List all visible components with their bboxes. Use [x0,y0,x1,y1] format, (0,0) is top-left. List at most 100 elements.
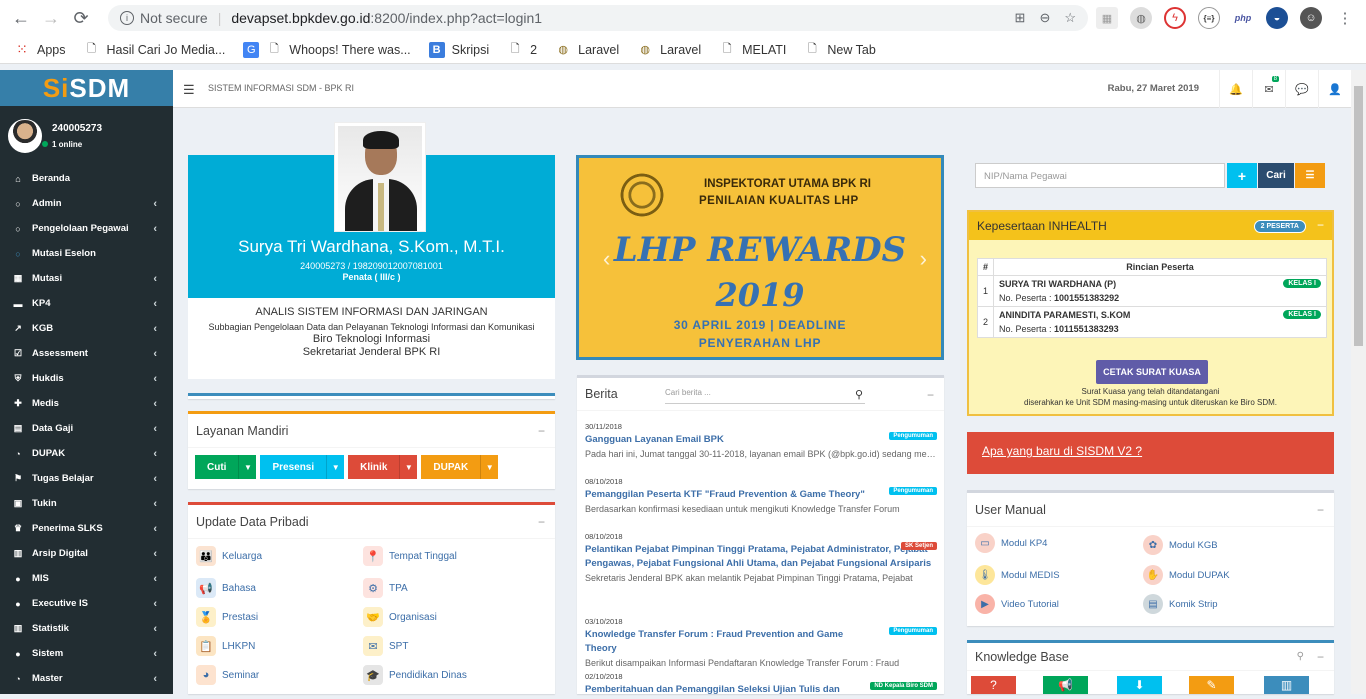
sidebar-item-pengelolaan-pegawai[interactable]: ○ Pengelolaan Pegawai ‹ [0,216,173,241]
collapse-icon[interactable]: − [538,424,545,438]
manual-item-komik-strip[interactable]: ▤ Komik Strip [1143,594,1218,614]
sidebar-item-dupak[interactable]: ◔ DUPAK ‹ [0,441,173,466]
carousel-next-icon[interactable]: › [920,246,927,272]
hamburger-icon[interactable]: ☰ [183,82,195,98]
bookmark-item[interactable]: ◍ Laravel [555,42,619,58]
forward-icon[interactable]: → [36,3,66,33]
sidebar-item-kp4[interactable]: ▬ KP4 ‹ [0,291,173,316]
address-bar[interactable]: i Not secure | devapset.bpkdev.go.id :82… [108,5,1088,31]
bookmark-item[interactable]: ◍ Laravel [637,42,701,58]
update-item-spt[interactable]: ✉ SPT [363,636,408,656]
vpn-extension-icon[interactable]: ◒ [1266,7,1288,29]
klinik-button[interactable]: Klinik [348,455,399,479]
sidebar-item-beranda[interactable]: ⌂ Beranda [0,166,173,191]
collapse-icon[interactable]: − [1317,218,1324,232]
caret-down-icon[interactable]: ▼ [399,455,417,479]
cari-button[interactable]: Cari [1258,163,1294,188]
bookmark-item[interactable]: B Skripsi [428,41,489,58]
caret-down-icon[interactable]: ▼ [480,455,498,479]
add-button[interactable]: + [1227,163,1257,188]
bookmark-item[interactable]: 🗋 Hasil Cari Jo Media... [84,42,225,58]
sidebar-item-statistik[interactable]: ▥ Statistik ‹ [0,616,173,641]
page-scrollbar[interactable] [1351,70,1366,694]
manual-item-modul-kp4[interactable]: ▭ Modul KP4 [975,533,1047,553]
download-icon[interactable]: ⬇ [1117,676,1162,694]
sidebar-item-data-gaji[interactable]: ▤ Data Gaji ‹ [0,416,173,441]
update-item-tempat-tinggal[interactable]: 📍 Tempat Tinggal [363,546,457,566]
dupak-button[interactable]: DUPAK [421,455,480,479]
profile-avatar-icon[interactable]: ☺ [1300,7,1322,29]
bookmark-item[interactable]: 🗋 New Tab [804,42,876,58]
update-item-keluarga[interactable]: 👪 Keluarga [196,546,262,566]
update-item-seminar[interactable]: ◕ Seminar [196,665,259,685]
json-extension-icon[interactable]: {≡} [1198,7,1220,29]
update-item-bahasa[interactable]: 📢 Bahasa [196,578,256,598]
bookmark-star-icon[interactable]: ☆ [1064,10,1076,26]
reload-icon[interactable]: ⟳ [66,3,96,33]
translate-icon[interactable]: ⊞ [1015,10,1026,26]
app-logo[interactable]: Si SDM [0,70,173,106]
news-title-link[interactable]: Gangguan Layanan Email BPK [585,433,937,447]
sidebar-item-master[interactable]: ◔ Master ‹ [0,666,173,691]
ticket-icon[interactable]: ✎ [1189,676,1234,694]
sidebar-item-admin[interactable]: ○ Admin ‹ [0,191,173,216]
scrollbar-thumb[interactable] [1354,86,1363,346]
search-icon[interactable]: ⚲ [1297,651,1304,662]
collapse-icon[interactable]: − [1317,503,1324,517]
caret-down-icon[interactable]: ▼ [326,455,344,479]
zoom-icon[interactable]: ⊖ [1039,10,1050,26]
manual-item-video-tutorial[interactable]: ▶ Video Tutorial [975,594,1059,614]
bell-icon[interactable]: 🔔 [1219,70,1252,108]
sidebar-item-mutasi[interactable]: ▦ Mutasi ‹ [0,266,173,291]
more-menu-icon[interactable]: ⋮ [1334,7,1356,29]
sidebar-item-medis[interactable]: ✚ Medis ‹ [0,391,173,416]
question-icon[interactable]: ? [971,676,1016,694]
bookmark-item[interactable]: G 🗋 Whoops! There was... [243,41,411,58]
sidebar-item-penerima-slks[interactable]: ♛ Penerima SLKS ‹ [0,516,173,541]
cuti-button[interactable]: Cuti [195,455,238,479]
presensi-button[interactable]: Presensi [260,455,326,479]
globe-extension-icon[interactable]: ◍ [1130,7,1152,29]
megaphone-icon[interactable]: 📢 [1043,676,1088,694]
sidebar-item-executive-is[interactable]: ● Executive IS ‹ [0,591,173,616]
sidebar-item-mis[interactable]: ● MIS ‹ [0,566,173,591]
carousel-prev-icon[interactable]: ‹ [603,246,610,272]
power-extension-icon[interactable]: ϟ [1164,7,1186,29]
sidebar-item-arsip-digital[interactable]: ▥ Arsip Digital ‹ [0,541,173,566]
employee-search-input[interactable]: NIP/Nama Pegawai [975,163,1225,188]
user-icon[interactable]: 👤 [1318,70,1351,108]
book-icon[interactable]: ▥ [1264,676,1309,694]
caret-down-icon[interactable]: ▼ [238,455,256,479]
list-icon[interactable]: ☰ [1295,163,1325,188]
sidebar-item-kgb[interactable]: ↗ KGB ‹ [0,316,173,341]
back-icon[interactable]: ← [6,3,36,33]
news-title-link[interactable]: Pemanggilan Peserta KTF "Fraud Preventio… [585,488,937,502]
sidebar-item-hukdis[interactable]: ⛨ Hukdis ‹ [0,366,173,391]
news-title-link[interactable]: Knowledge Transfer Forum : Fraud Prevent… [585,628,937,656]
update-item-prestasi[interactable]: 🏅 Prestasi [196,607,258,627]
update-item-pendidikan-dinas[interactable]: 🎓 Pendidikan Dinas [363,665,467,685]
info-icon[interactable]: i [120,11,134,25]
collapse-icon[interactable]: − [927,388,934,402]
update-item-lhkpn[interactable]: 📋 LHKPN [196,636,255,656]
extension-icon[interactable]: ▦ [1096,7,1118,29]
sidebar-item-mutasi-eselon[interactable]: ○ Mutasi Eselon [0,241,173,266]
bookmark-item[interactable]: 🗋 2 [507,42,537,58]
manual-item-modul-dupak[interactable]: ✋ Modul DUPAK [1143,565,1230,585]
chat-icon[interactable]: 💬 [1285,70,1318,108]
update-item-tpa[interactable]: ⚙ TPA [363,578,408,598]
lhp-rewards-banner[interactable]: INSPEKTORAT UTAMA BPK RI PENILAIAN KUALI… [576,155,944,360]
mail-icon[interactable]: ✉ 8 [1252,70,1285,108]
sidebar-item-sistem[interactable]: ● Sistem ‹ [0,641,173,666]
collapse-icon[interactable]: − [1317,650,1324,664]
search-icon[interactable]: ⚲ [855,388,863,401]
cetak-surat-kuasa-button[interactable]: CETAK SURAT KUASA [1096,360,1208,384]
manual-item-modul-medis[interactable]: 🌡 Modul MEDIS [975,565,1060,585]
bookmark-item[interactable]: 🗋 MELATI [719,42,787,58]
php-extension-icon[interactable]: php [1232,7,1254,29]
berita-search-input[interactable]: Cari berita ... [665,386,865,404]
sidebar-item-tugas-belajar[interactable]: ⚑ Tugas Belajar ‹ [0,466,173,491]
sidebar-item-tukin[interactable]: ▣ Tukin ‹ [0,491,173,516]
update-item-organisasi[interactable]: 🤝 Organisasi [363,607,437,627]
whats-new-link[interactable]: Apa yang baru di SISDM V2 ? [967,432,1334,474]
